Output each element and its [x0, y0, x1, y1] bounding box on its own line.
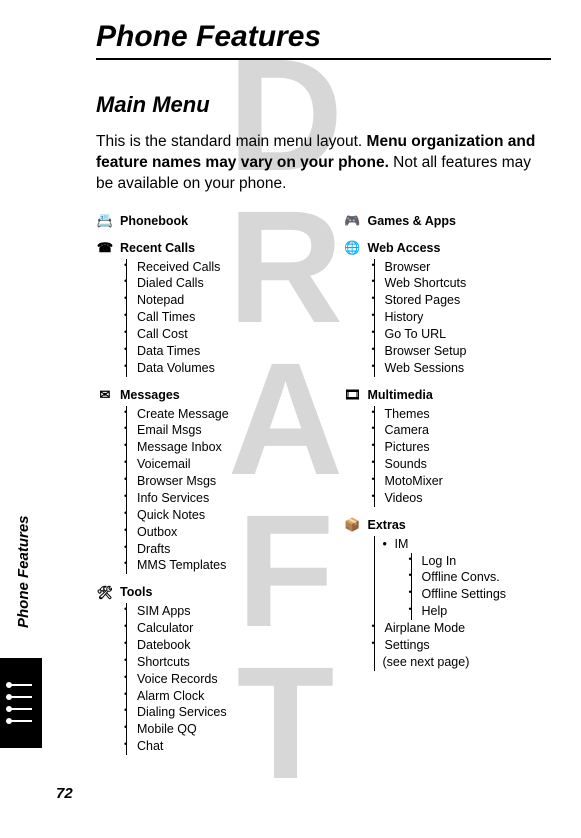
menu-header: 🎞 Multimedia: [344, 387, 552, 404]
list-item: Voice Records: [135, 671, 304, 688]
list-item: Received Calls: [135, 259, 304, 276]
list-item: Data Volumes: [135, 360, 304, 377]
page-number: 72: [56, 785, 73, 802]
list-item: Info Services: [135, 490, 304, 507]
games-icon: 🎮: [344, 214, 362, 228]
list-item: Alarm Clock: [135, 688, 304, 705]
tools-icon: 🛠: [96, 586, 114, 600]
list-item: Call Cost: [135, 326, 304, 343]
list-item: Videos: [383, 490, 552, 507]
list-item: Offline Convs.: [420, 569, 552, 586]
list-item: Browser: [383, 259, 552, 276]
left-column: 📇 Phonebook ☎ Recent Calls Received Call…: [96, 213, 304, 765]
list-item: Shortcuts: [135, 654, 304, 671]
recent-calls-icon: ☎: [96, 241, 114, 255]
intro-text-1: This is the standard main menu layout.: [96, 133, 367, 150]
sub-list: Browser Web Shortcuts Stored Pages Histo…: [374, 259, 552, 377]
list-item: Notepad: [135, 292, 304, 309]
sub-list: Received Calls Dialed Calls Notepad Call…: [126, 259, 304, 377]
list-item: Mobile QQ: [135, 721, 304, 738]
list-item: Pictures: [383, 439, 552, 456]
menu-group-games: 🎮 Games & Apps: [344, 213, 552, 230]
menu-label: Multimedia: [368, 387, 433, 404]
page-content: Phone Features Main Menu This is the sta…: [0, 0, 581, 765]
sub-list: Create Message Email Msgs Message Inbox …: [126, 406, 304, 575]
list-item: Web Shortcuts: [383, 275, 552, 292]
menu-label: Web Access: [368, 240, 441, 257]
section-title: Main Menu: [96, 92, 551, 118]
sub-list: IM Log In Offline Convs. Offline Setting…: [374, 536, 552, 671]
extras-icon: 📦: [344, 518, 362, 532]
menu-label: Recent Calls: [120, 240, 195, 257]
list-item: Datebook: [135, 637, 304, 654]
list-item: SIM Apps: [135, 603, 304, 620]
list-item: Chat: [135, 738, 304, 755]
menu-header: 🌐 Web Access: [344, 240, 552, 257]
nested-list: Log In Offline Convs. Offline Settings H…: [411, 553, 552, 621]
list-item: Quick Notes: [135, 507, 304, 524]
list-item: Log In: [420, 553, 552, 570]
menu-header: 🛠 Tools: [96, 584, 304, 601]
web-icon: 🌐: [344, 241, 362, 255]
list-item: Sounds: [383, 456, 552, 473]
menu-group-messages: ✉ Messages Create Message Email Msgs Mes…: [96, 387, 304, 575]
list-item: Call Times: [135, 309, 304, 326]
menu-group-extras: 📦 Extras IM Log In Offline Convs. Offlin…: [344, 517, 552, 671]
menu-label: Messages: [120, 387, 180, 404]
list-item: Stored Pages: [383, 292, 552, 309]
list-item: Message Inbox: [135, 439, 304, 456]
list-item: Themes: [383, 406, 552, 423]
list-item: MMS Templates: [135, 557, 304, 574]
menu-label: Extras: [368, 517, 406, 534]
list-item: Browser Msgs: [135, 473, 304, 490]
menu-group-multimedia: 🎞 Multimedia Themes Camera Pictures Soun…: [344, 387, 552, 507]
menu-header: ✉ Messages: [96, 387, 304, 404]
menu-header: 📇 Phonebook: [96, 213, 304, 230]
menu-label: Games & Apps: [368, 213, 456, 230]
list-item: Calculator: [135, 620, 304, 637]
menu-label: Phonebook: [120, 213, 188, 230]
list-item: Dialing Services: [135, 704, 304, 721]
list-item: Help: [420, 603, 552, 620]
list-item: MotoMixer: [383, 473, 552, 490]
sub-list: Themes Camera Pictures Sounds MotoMixer …: [374, 406, 552, 507]
list-item: Drafts: [135, 541, 304, 558]
list-item-im: IM Log In Offline Convs. Offline Setting…: [383, 536, 552, 620]
menu-header: 📦 Extras: [344, 517, 552, 534]
sub-list: SIM Apps Calculator Datebook Shortcuts V…: [126, 603, 304, 755]
list-item: Web Sessions: [383, 360, 552, 377]
list-item: Email Msgs: [135, 422, 304, 439]
list-item: Offline Settings: [420, 586, 552, 603]
menu-columns: 📇 Phonebook ☎ Recent Calls Received Call…: [96, 213, 551, 765]
list-item: Dialed Calls: [135, 275, 304, 292]
menu-header: ☎ Recent Calls: [96, 240, 304, 257]
list-item: Data Times: [135, 343, 304, 360]
menu-group-recent-calls: ☎ Recent Calls Received Calls Dialed Cal…: [96, 240, 304, 377]
list-item: Browser Setup: [383, 343, 552, 360]
messages-icon: ✉: [96, 388, 114, 402]
list-item: History: [383, 309, 552, 326]
multimedia-icon: 🎞: [344, 388, 362, 402]
im-label: IM: [395, 537, 409, 551]
list-item: Outbox: [135, 524, 304, 541]
phonebook-icon: 📇: [96, 214, 114, 228]
list-item: Settings: [383, 637, 552, 654]
menu-label: Tools: [120, 584, 152, 601]
list-item: Go To URL: [383, 326, 552, 343]
intro-paragraph: This is the standard main menu layout. M…: [96, 132, 551, 195]
right-column: 🎮 Games & Apps 🌐 Web Access Browser Web …: [344, 213, 552, 765]
list-item: Airplane Mode: [383, 620, 552, 637]
page-title: Phone Features: [96, 20, 551, 60]
list-item: Create Message: [135, 406, 304, 423]
list-item-note: (see next page): [383, 654, 552, 671]
menu-group-phonebook: 📇 Phonebook: [96, 213, 304, 230]
menu-group-tools: 🛠 Tools SIM Apps Calculator Datebook Sho…: [96, 584, 304, 755]
list-item: Camera: [383, 422, 552, 439]
list-item: Voicemail: [135, 456, 304, 473]
menu-group-web: 🌐 Web Access Browser Web Shortcuts Store…: [344, 240, 552, 377]
menu-header: 🎮 Games & Apps: [344, 213, 552, 230]
